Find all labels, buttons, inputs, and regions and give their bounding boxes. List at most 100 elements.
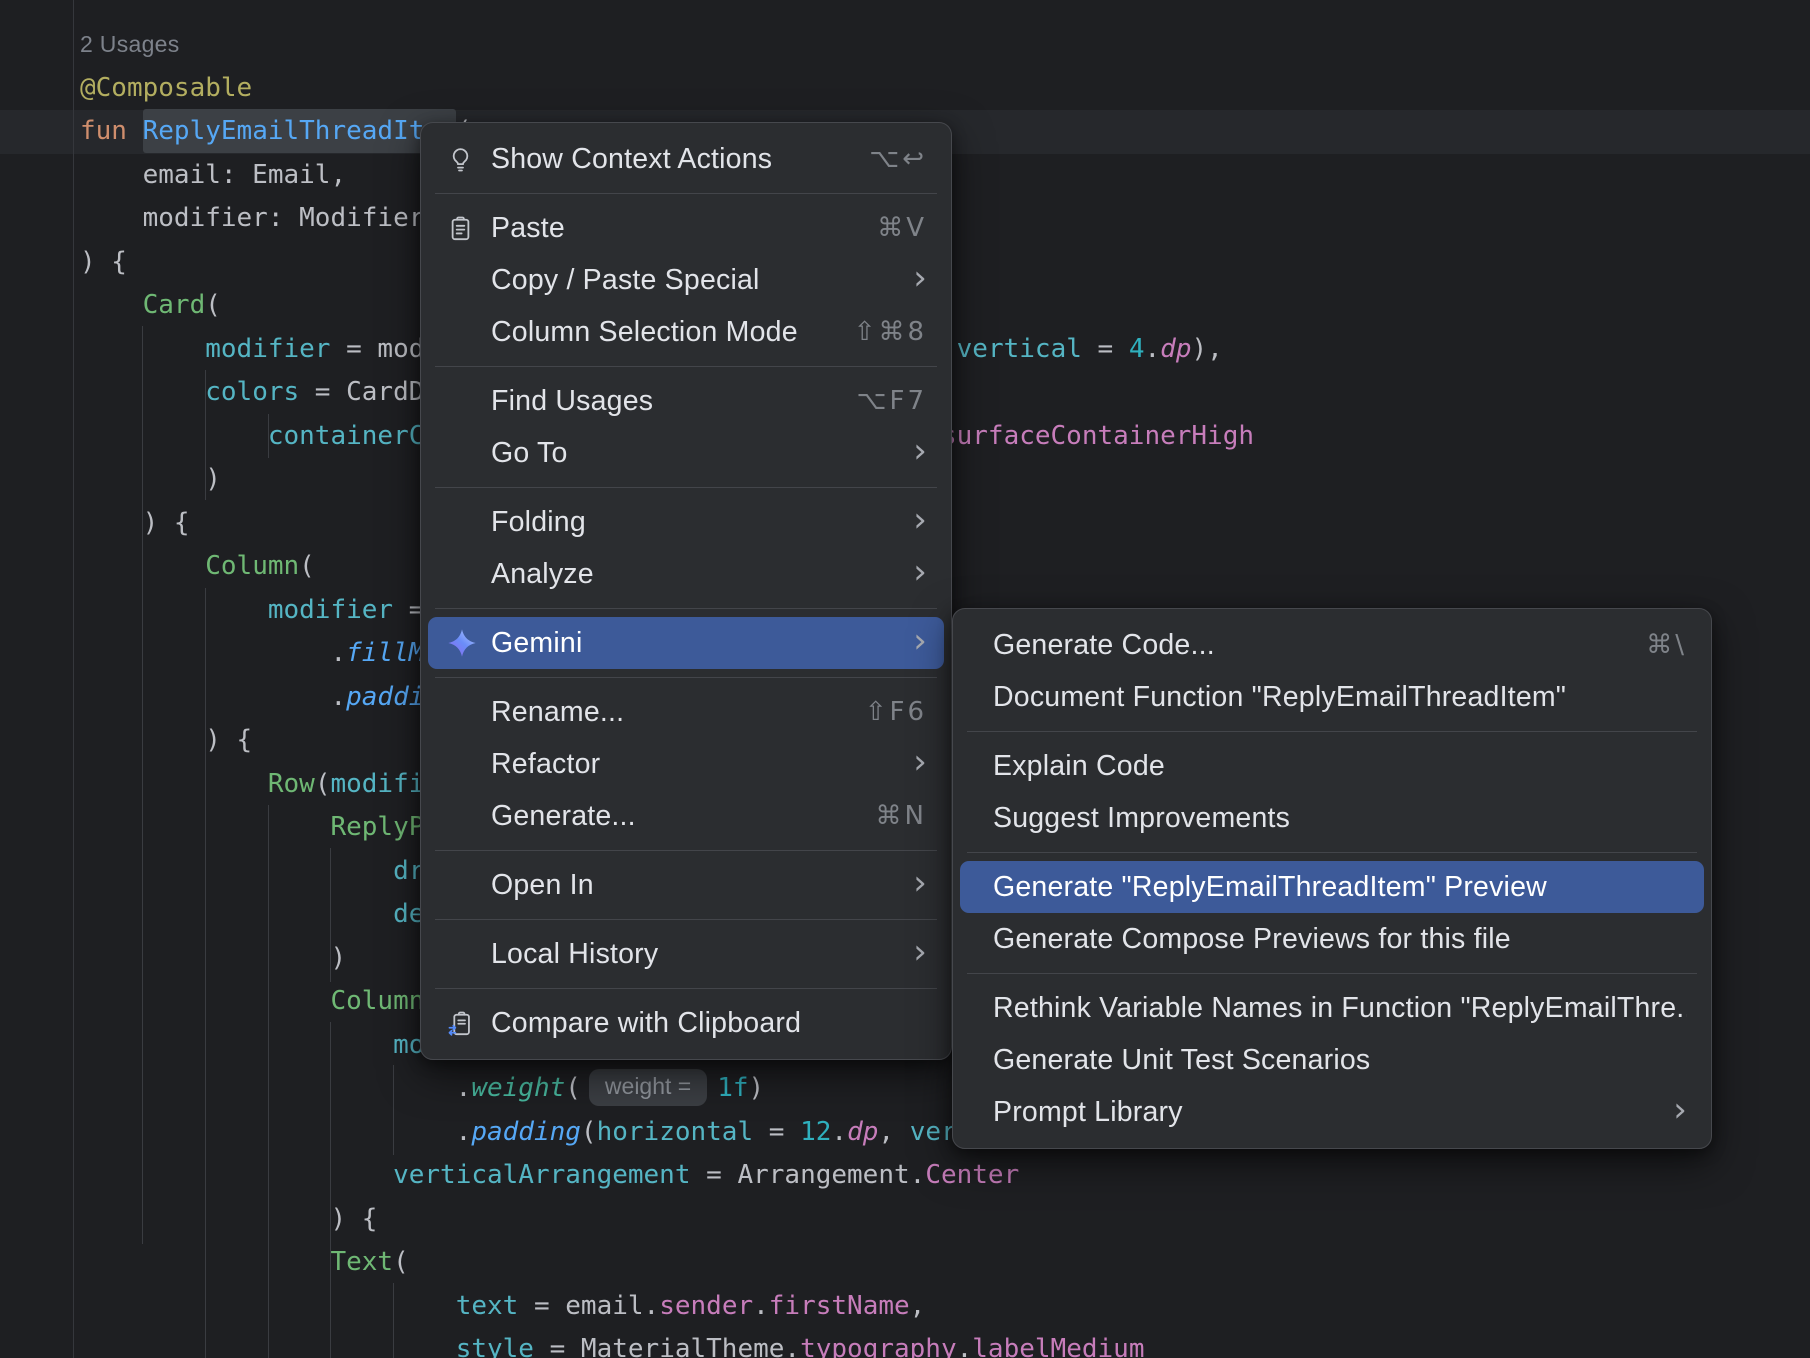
code-token: padding <box>471 1117 581 1147</box>
menu-item-document-function-replyemailthreaditem[interactable]: Document Function "ReplyEmailThreadItem" <box>953 671 1711 723</box>
code-token: . <box>80 682 346 712</box>
code-token: = Arrangement. <box>691 1160 926 1190</box>
menu-item-paste[interactable]: Paste⌘V <box>421 202 951 254</box>
menu-item-label: Compare with Clipboard <box>491 1007 927 1040</box>
code-token: = <box>753 1117 800 1147</box>
menu-item-show-context-actions[interactable]: Show Context Actions⌥↩ <box>421 133 951 185</box>
menu-item-label: Analyze <box>491 558 913 591</box>
menu-item-rename[interactable]: Rename...⇧F6 <box>421 686 951 738</box>
menu-item-generate-unit-test-scenarios[interactable]: Generate Unit Test Scenarios <box>953 1034 1711 1086</box>
shortcut-label: ⌥F7 <box>857 386 927 416</box>
menu-item-local-history[interactable]: Local History› <box>421 928 951 980</box>
menu-item-open-in[interactable]: Open In› <box>421 859 951 911</box>
chevron-right-icon: › <box>913 624 927 658</box>
chevron-right-icon: › <box>913 434 927 468</box>
chevron-right-icon: › <box>913 866 927 900</box>
code-token <box>80 899 393 929</box>
menu-item-suggest-improvements[interactable]: Suggest Improvements <box>953 792 1711 844</box>
indent-guide <box>142 326 143 1244</box>
code-token: text <box>456 1291 519 1321</box>
indent-guide <box>330 1022 331 1358</box>
menu-item-column-selection-mode[interactable]: Column Selection Mode⇧⌘8 <box>421 306 951 358</box>
code-line: ) { <box>0 1198 1810 1242</box>
menu-separator <box>435 487 937 488</box>
indent-guide <box>330 848 331 982</box>
menu-item-explain-code[interactable]: Explain Code <box>953 740 1711 792</box>
chevron-right-icon: › <box>913 503 927 537</box>
code-token: labelMedium <box>972 1334 1144 1358</box>
code-token: email: Email, <box>80 160 346 190</box>
menu-item-go-to[interactable]: Go To› <box>421 427 951 479</box>
gutter-separator <box>73 0 74 1358</box>
menu-item-gemini[interactable]: Gemini› <box>428 617 944 669</box>
menu-item-compare-with-clipboard[interactable]: Compare with Clipboard <box>421 997 951 1049</box>
code-token: ) <box>80 464 221 494</box>
menu-item-generate-code[interactable]: Generate Code...⌘\ <box>953 619 1711 671</box>
code-token: 1f <box>717 1073 748 1103</box>
indent-guide <box>393 1283 394 1358</box>
code-token <box>80 1030 393 1060</box>
menu-item-generate-compose-previews-for-this-file[interactable]: Generate Compose Previews for this file <box>953 913 1711 965</box>
menu-item-label: Column Selection Mode <box>491 316 854 349</box>
menu-separator <box>435 850 937 851</box>
menu-item-label: Rethink Variable Names in Function "Repl… <box>993 992 1687 1025</box>
menu-separator <box>435 608 937 609</box>
code-token: dp <box>847 1117 878 1147</box>
code-line: style = MaterialTheme.typography.labelMe… <box>0 1328 1810 1358</box>
code-line: @Composable <box>0 67 1810 111</box>
code-token: Row <box>268 769 315 799</box>
code-token: @Composable <box>80 73 252 103</box>
menu-item-copy-paste-special[interactable]: Copy / Paste Special› <box>421 254 951 306</box>
menu-item-analyze[interactable]: Analyze› <box>421 548 951 600</box>
menu-item-label: Explain Code <box>993 750 1687 783</box>
menu-item-refactor[interactable]: Refactor› <box>421 738 951 790</box>
menu-item-find-usages[interactable]: Find Usages⌥F7 <box>421 375 951 427</box>
menu-item-label: Generate Unit Test Scenarios <box>993 1044 1687 1077</box>
code-token <box>80 856 393 886</box>
code-token: , <box>878 1117 909 1147</box>
menu-item-generate-replyemailthreaditem-preview[interactable]: Generate "ReplyEmailThreadItem" Preview <box>960 861 1704 913</box>
menu-separator <box>435 919 937 920</box>
menu-item-generate[interactable]: Generate...⌘N <box>421 790 951 842</box>
chevron-right-icon: › <box>1673 1093 1687 1127</box>
clipboard-icon <box>447 215 491 242</box>
code-token <box>80 421 268 451</box>
code-token: . <box>80 638 346 668</box>
menu-separator <box>435 988 937 989</box>
menu-item-prompt-library[interactable]: Prompt Library› <box>953 1086 1711 1138</box>
selected-identifier[interactable]: ReplyEmailThreadItem <box>143 109 456 153</box>
shortcut-label: ⌘N <box>876 801 927 831</box>
code-token: . <box>753 1291 769 1321</box>
code-token: ( <box>315 769 331 799</box>
code-token: typography <box>800 1334 957 1358</box>
menu-item-folding[interactable]: Folding› <box>421 496 951 548</box>
inlay-hint-weight[interactable]: weight = <box>589 1069 707 1106</box>
menu-separator <box>967 973 1697 974</box>
shortcut-label: ⇧F6 <box>865 697 927 727</box>
code-token: firstName <box>769 1291 910 1321</box>
code-token: ) { <box>80 247 127 277</box>
code-token: Column <box>205 551 299 581</box>
code-token: . <box>831 1117 847 1147</box>
chevron-right-icon: › <box>913 261 927 295</box>
code-line: text = email.sender.firstName, <box>0 1285 1810 1329</box>
code-token: modifier <box>268 595 393 625</box>
shortcut-label: ⌘V <box>877 213 927 243</box>
code-token: ), <box>1191 334 1222 364</box>
code-token: . <box>80 1117 471 1147</box>
code-token: ( <box>299 551 315 581</box>
code-token: . <box>957 1334 973 1358</box>
menu-item-label: Copy / Paste Special <box>491 264 913 297</box>
indent-guide <box>268 414 269 458</box>
code-token: ( <box>205 290 221 320</box>
usages-hint[interactable]: 2 Usages <box>80 31 180 57</box>
code-token: ( <box>565 1073 581 1103</box>
menu-item-label: Show Context Actions <box>491 143 869 176</box>
code-token: ) <box>80 943 346 973</box>
clipboard-compare-icon <box>447 1010 491 1037</box>
code-token: Card <box>143 290 206 320</box>
lightbulb-icon <box>447 146 491 173</box>
menu-item-label: Paste <box>491 212 877 245</box>
menu-separator <box>967 731 1697 732</box>
menu-item-rethink-variable-names-in-function-replyemailthre[interactable]: Rethink Variable Names in Function "Repl… <box>953 982 1711 1034</box>
